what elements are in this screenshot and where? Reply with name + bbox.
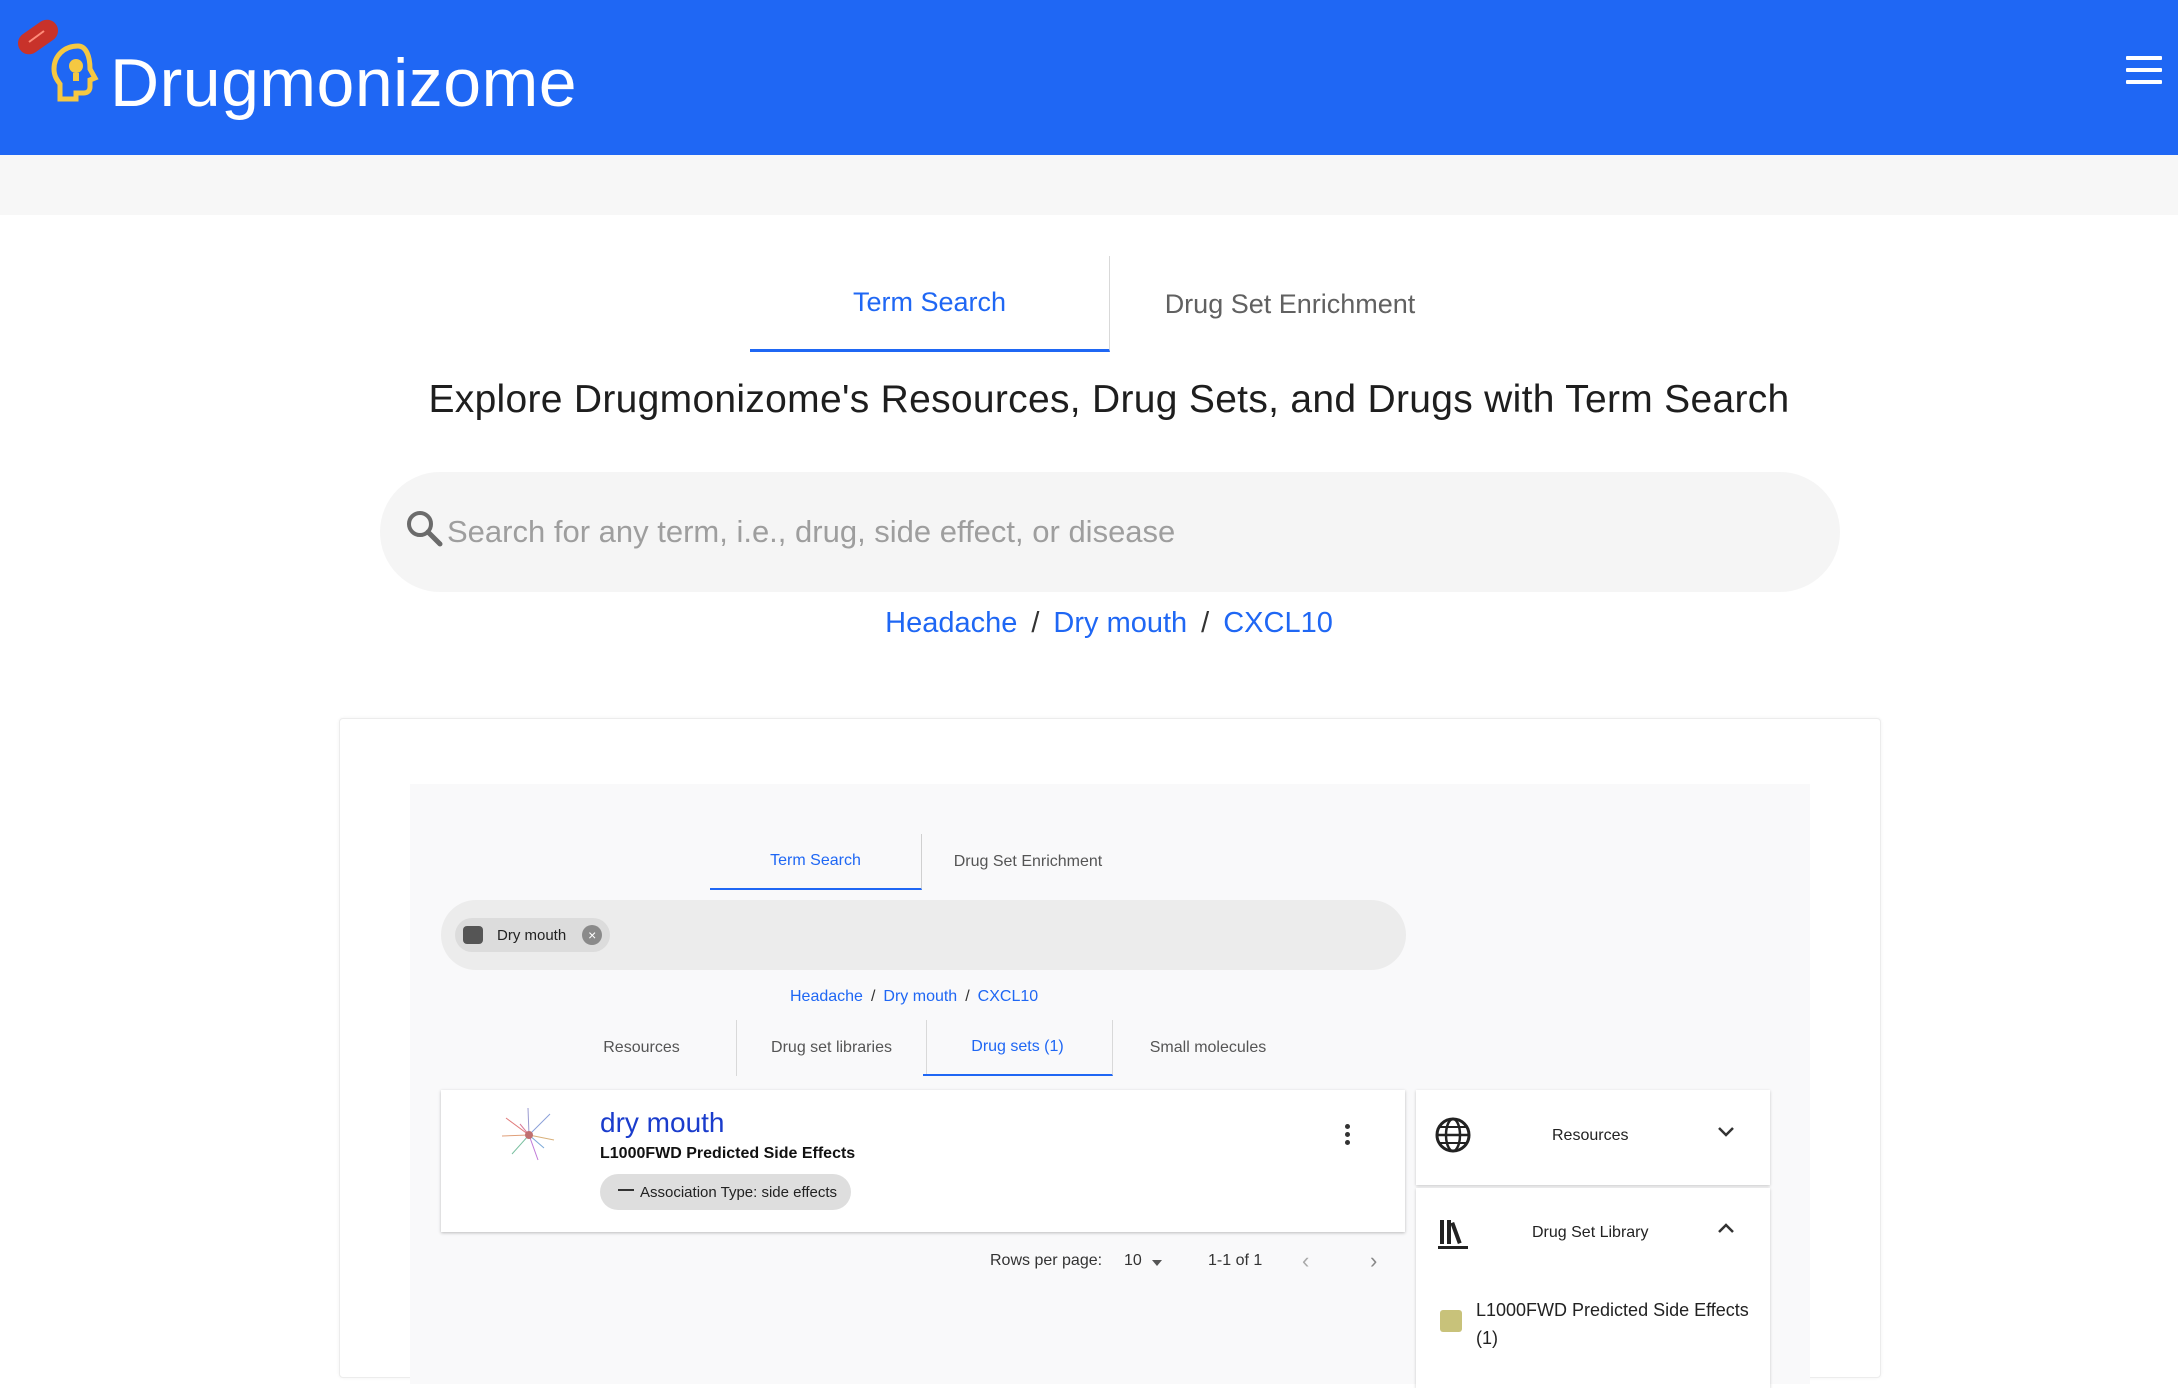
example-dry-mouth-link[interactable]: Dry mouth <box>1053 607 1187 639</box>
preview-example-link: Dry mouth <box>883 988 958 1005</box>
chevron-up-icon <box>1718 1223 1734 1233</box>
preview-result-card <box>441 1090 1405 1232</box>
term-icon <box>463 926 483 944</box>
preview-tab-drug-set-libraries: Drug set libraries <box>737 1020 927 1076</box>
tab-drug-set-enrichment[interactable]: Drug Set Enrichment <box>1110 256 1470 352</box>
close-icon: × <box>582 925 603 945</box>
preview-tab-drug-sets: Drug sets (1) <box>923 1020 1113 1076</box>
main-tabs: Term Search Drug Set Enrichment <box>750 256 1450 352</box>
separator: / <box>870 988 876 1005</box>
tab-term-search[interactable]: Term Search <box>750 256 1110 352</box>
preview-tabs: Term Search Drug Set Enrichment <box>710 834 1140 890</box>
chevron-left-icon: ‹ <box>1302 1248 1310 1273</box>
preview-search-chip: Dry mouth × <box>455 918 611 952</box>
preview-result-tabs: Resources Drug set libraries Drug sets (… <box>547 1020 1417 1076</box>
example-cxcl10-link[interactable]: CXCL10 <box>1223 607 1333 639</box>
result-subtitle: L1000FWD Predicted Side Effects <box>600 1145 856 1162</box>
chevron-down-icon <box>1718 1127 1734 1137</box>
chip-label: Dry mouth <box>497 926 567 944</box>
preview-example-link: CXCL10 <box>977 988 1039 1005</box>
rows-per-page-label: Rows per page: <box>990 1252 1103 1269</box>
filter-title: Drug Set Library <box>1532 1224 1649 1241</box>
more-vert-icon <box>1340 1124 1354 1150</box>
page-title: Explore Drugmonizome's Resources, Drug S… <box>428 378 1790 421</box>
search-icon <box>407 511 443 547</box>
brand-title[interactable]: Drugmonizome <box>110 44 577 122</box>
library-icon <box>1438 1220 1468 1249</box>
association-type-badge: Association Type: side effects <box>600 1174 852 1210</box>
preview-example-terms: Headache / Dry mouth / CXCL10 <box>790 988 1038 1006</box>
menu-icon[interactable] <box>2126 56 2164 86</box>
filter-option-label: L1000FWD Predicted Side Effects (1) <box>1476 1300 1749 1348</box>
result-title-link: dry mouth <box>600 1107 725 1138</box>
preview-tab-small-molecules: Small molecules <box>1149 1039 1267 1056</box>
filter-title: Resources <box>1552 1127 1629 1144</box>
page-range: 1-1 of 1 <box>1208 1252 1263 1269</box>
preview-example-link: Headache <box>790 988 863 1005</box>
preview-tab-drug-set-enrichment: Drug Set Enrichment <box>953 853 1103 870</box>
separator: / <box>1201 607 1210 639</box>
badge-label: Association Type: side effects <box>640 1183 838 1201</box>
example-terms: Headache / Dry mouth / CXCL10 <box>0 607 2178 640</box>
separator: / <box>965 988 970 1005</box>
globe-icon <box>1435 1117 1471 1153</box>
sub-bar <box>0 155 2178 215</box>
rows-per-page-value: 10 <box>1124 1252 1142 1269</box>
caret-down-icon <box>1152 1260 1162 1266</box>
separator: / <box>1031 607 1040 639</box>
preview-tab-resources: Resources <box>547 1020 737 1076</box>
preview-tab-term-search: Term Search <box>710 834 922 890</box>
filter-checkbox <box>1440 1310 1462 1332</box>
network-thumbnail-icon <box>501 1107 555 1161</box>
link-icon <box>618 1189 634 1191</box>
logo-icon <box>17 19 99 102</box>
search-input[interactable] <box>447 510 1807 554</box>
app-bar: Drugmonizome <box>0 0 2178 155</box>
example-headache-link[interactable]: Headache <box>885 607 1017 639</box>
chevron-right-icon: › <box>1370 1248 1378 1273</box>
